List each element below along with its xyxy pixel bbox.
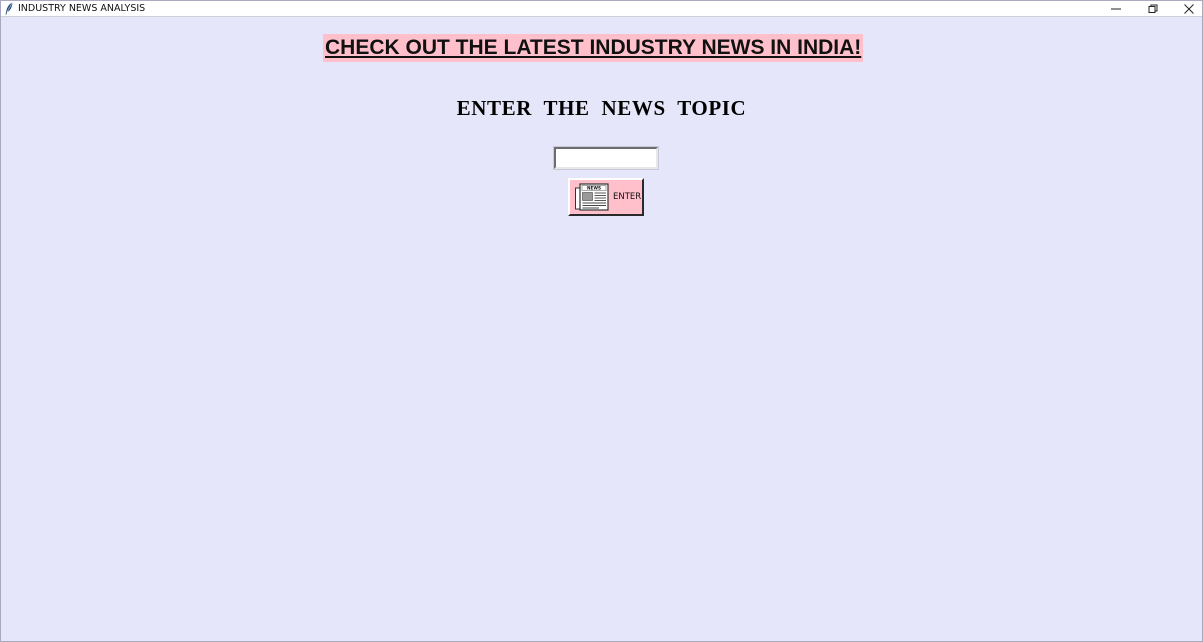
newspaper-icon-text: NEWS [587,185,601,190]
news-topic-input[interactable] [553,146,659,170]
close-icon [1184,3,1194,14]
page-headline: CHECK OUT THE LATEST INDUSTRY NEWS IN IN… [323,34,864,62]
restore-icon [1148,4,1158,13]
close-button[interactable] [1171,1,1203,16]
minimize-icon [1111,8,1121,9]
title-bar[interactable]: INDUSTRY NEWS ANALYSIS [1,1,1202,17]
window-title: INDUSTRY NEWS ANALYSIS [18,3,146,14]
feather-icon [5,2,13,15]
app-window: INDUSTRY NEWS ANALYSIS CHECK OUT THE LAT… [0,0,1203,642]
restore-button[interactable] [1135,1,1171,16]
news-topic-label: ENTER THE NEWS TOPIC [456,96,747,120]
newspaper-icon: NEWS [575,182,609,211]
enter-button-label: ENTER [613,192,642,202]
minimize-button[interactable] [1098,1,1134,16]
enter-button[interactable]: NEWS ENTER [568,178,644,216]
